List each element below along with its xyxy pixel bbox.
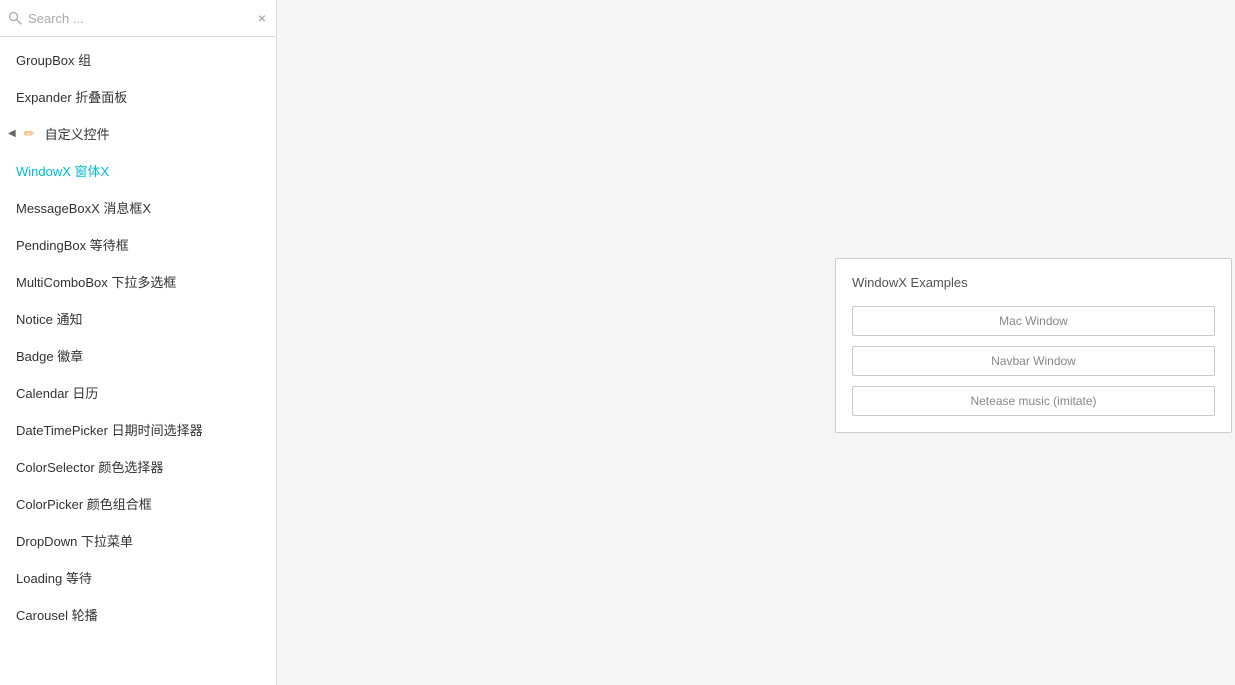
sidebar-item-loading[interactable]: Loading 等待	[0, 559, 276, 596]
netease-window-button[interactable]: Netease music (imitate)	[852, 386, 1215, 416]
sidebar-item-windowx[interactable]: WindowX 窗体X	[0, 152, 276, 189]
sidebar-item-notice[interactable]: Notice 通知	[0, 300, 276, 337]
sidebar-item-badge[interactable]: Badge 徽章	[0, 337, 276, 374]
sidebar-item-pendingbox[interactable]: PendingBox 等待框	[0, 226, 276, 263]
sidebar-item-datetimepicker[interactable]: DateTimePicker 日期时间选择器	[0, 411, 276, 448]
sidebar-item-groupbox[interactable]: GroupBox 组	[0, 41, 276, 78]
sidebar-item-label: Calendar 日历	[16, 383, 98, 402]
sidebar-item-expander[interactable]: Expander 折叠面板	[0, 78, 276, 115]
sidebar-item-label: DropDown 下拉菜单	[16, 531, 133, 550]
sidebar-item-calendar[interactable]: Calendar 日历	[0, 374, 276, 411]
sidebar-item-custom-controls[interactable]: ◀ ✏ 自定义控件	[0, 115, 276, 152]
sidebar-item-label: ColorPicker 颜色组合框	[16, 494, 152, 513]
windowx-buttons-container: Mac Window Navbar Window Netease music (im…	[852, 306, 1215, 416]
sidebar: × GroupBox 组 Expander 折叠面板 ◀ ✏ 自定义控件 Wind…	[0, 0, 277, 685]
sidebar-item-label: Badge 徽章	[16, 346, 83, 365]
sidebar-item-label: Loading 等待	[16, 568, 92, 587]
sidebar-item-label: GroupBox 组	[16, 50, 91, 69]
search-input[interactable]	[28, 11, 256, 26]
sidebar-item-label: ColorSelector 颜色选择器	[16, 457, 163, 476]
search-icon	[8, 11, 22, 25]
sidebar-item-dropdown[interactable]: DropDown 下拉菜单	[0, 522, 276, 559]
mac-window-button[interactable]: Mac Window	[852, 306, 1215, 336]
sidebar-item-label: MultiComboBox 下拉多选框	[16, 272, 176, 291]
sidebar-item-multicombobox[interactable]: MultiComboBox 下拉多选框	[0, 263, 276, 300]
sidebar-item-label: WindowX 窗体X	[16, 161, 109, 180]
main-content: WindowX Examples Mac Window Navbar Window…	[277, 0, 1235, 685]
sidebar-item-label: 自定义控件	[45, 124, 110, 143]
windowx-panel: WindowX Examples Mac Window Navbar Window…	[835, 258, 1232, 433]
sidebar-item-messageboxX[interactable]: MessageBoxX 消息框X	[0, 189, 276, 226]
pencil-icon: ✏	[24, 126, 35, 142]
sidebar-list: GroupBox 组 Expander 折叠面板 ◀ ✏ 自定义控件 Window…	[0, 37, 276, 685]
sidebar-item-label: MessageBoxX 消息框X	[16, 198, 151, 217]
search-clear-button[interactable]: ×	[256, 9, 268, 27]
sidebar-item-label: Expander 折叠面板	[16, 87, 127, 106]
navbar-window-button[interactable]: Navbar Window	[852, 346, 1215, 376]
sidebar-item-label: Carousel 轮播	[16, 605, 98, 624]
sidebar-item-label: PendingBox 等待框	[16, 235, 129, 254]
sidebar-item-label: DateTimePicker 日期时间选择器	[16, 420, 203, 439]
sidebar-item-colorselector[interactable]: ColorSelector 颜色选择器	[0, 448, 276, 485]
windowx-panel-title: WindowX Examples	[852, 275, 1215, 290]
search-bar: ×	[0, 0, 276, 37]
sidebar-item-colorpicker[interactable]: ColorPicker 颜色组合框	[0, 485, 276, 522]
chevron-left-icon: ◀	[8, 128, 16, 139]
sidebar-item-carousel[interactable]: Carousel 轮播	[0, 596, 276, 633]
sidebar-item-label: Notice 通知	[16, 309, 82, 328]
